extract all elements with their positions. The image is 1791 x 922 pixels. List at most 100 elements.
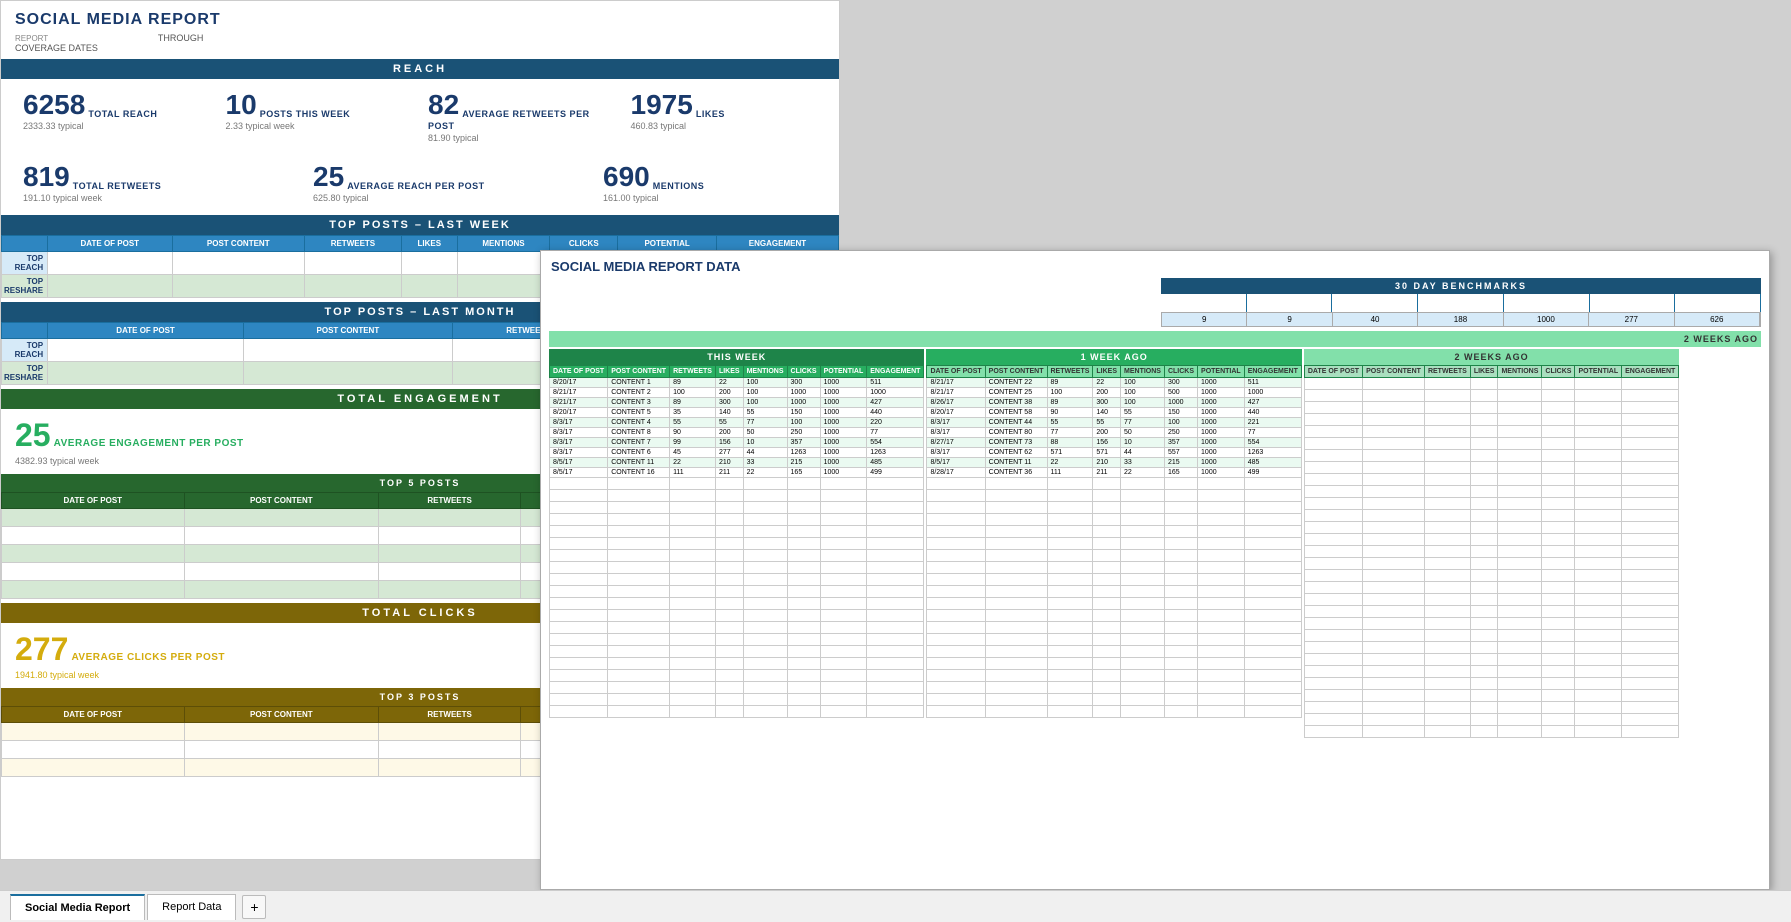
top3-th-content: POST CONTENT: [184, 707, 378, 723]
bench-col-6: ENGAGEMENT PER POST: [1675, 294, 1761, 312]
w3-th-clicks: CLICKS: [1542, 366, 1575, 378]
through-label: THROUGH: [158, 33, 204, 43]
table-row: [927, 526, 1301, 538]
top-posts-week-th-mentions: MENTIONS: [457, 236, 549, 252]
w1-th-likes: LIKES: [715, 366, 743, 378]
w1-th-retweets: RETWEETS: [670, 366, 716, 378]
app-container: SOCIAL MEDIA REPORT REPORT COVERAGE DATE…: [0, 0, 1791, 922]
w1-th-date: DATE OF POST: [550, 366, 608, 378]
bench-val-4: 1000: [1504, 313, 1589, 326]
table-row: 8/21/17CONTENT 2289221003001000511: [927, 378, 1301, 388]
w2-th-date: DATE OF POST: [927, 366, 985, 378]
table-row: [1304, 558, 1678, 570]
benchmarks-container: 30 DAY BENCHMARKS POSTS PER DAY RETWEETS…: [549, 278, 1761, 327]
table-row: 8/20/17CONTENT 535140551501000440: [550, 408, 924, 418]
top-reach-label-month: TOP REACH: [2, 339, 48, 362]
w2-th-engagement: ENGAGEMENT: [1244, 366, 1301, 378]
table-row: [1304, 498, 1678, 510]
table-row: 8/28/17CONTENT 36111211221651000499: [927, 468, 1301, 478]
w2-th-potential: POTENTIAL: [1198, 366, 1245, 378]
table-row: [550, 478, 924, 490]
w1-th-clicks: CLICKS: [787, 366, 820, 378]
stat-likes: 1975 LIKES 460.83 typical: [623, 87, 826, 147]
week2-header: 1 WEEK AGO: [926, 349, 1301, 365]
table-row: 8/3/17CONTENT 64527744126310001263: [550, 448, 924, 458]
top-reshare-label-month: TOP RESHARE: [2, 362, 48, 385]
table-row: [927, 694, 1301, 706]
w3-th-content: POST CONTENT: [1363, 366, 1425, 378]
table-row: 8/3/17CONTENT 625715714455710001263: [927, 448, 1301, 458]
table-row: [1304, 678, 1678, 690]
top-posts-week-th-retweets: RETWEETS: [305, 236, 402, 252]
table-row: [1304, 414, 1678, 426]
table-row: [927, 682, 1301, 694]
table-row: [927, 634, 1301, 646]
table-row: [1304, 378, 1678, 390]
table-row: [927, 670, 1301, 682]
table-row: [1304, 546, 1678, 558]
table-row: [927, 478, 1301, 490]
bench-val-2: 40: [1333, 313, 1418, 326]
w3-th-retweets: RETWEETS: [1424, 366, 1470, 378]
table-row: [927, 622, 1301, 634]
table-row: [927, 610, 1301, 622]
bench-col-1: RETWEETS PER POST: [1247, 294, 1333, 312]
w3-th-date: DATE OF POST: [1304, 366, 1362, 378]
table-row: 8/5/17CONTENT 1122210332151000485: [927, 458, 1301, 468]
table-row: [550, 490, 924, 502]
table-row: [550, 682, 924, 694]
tab-report-data[interactable]: Report Data: [147, 894, 236, 920]
table-row: [1304, 450, 1678, 462]
week1-section: THIS WEEK DATE OF POST POST CONTENT RETW…: [549, 349, 924, 738]
table-row: [550, 526, 924, 538]
stat-total-reach: 6258 TOTAL REACH 2333.33 typical: [15, 87, 218, 147]
bench-col-2: MENTIONS PER POST: [1332, 294, 1418, 312]
week2-table: DATE OF POST POST CONTENT RETWEETS LIKES…: [926, 365, 1301, 718]
page-title: SOCIAL MEDIA REPORT: [1, 1, 839, 31]
w2-th-clicks: CLICKS: [1164, 366, 1197, 378]
table-row: 8/3/17CONTENT 807720050250100077: [927, 428, 1301, 438]
data-weeks-container: THIS WEEK DATE OF POST POST CONTENT RETW…: [549, 349, 1761, 738]
tab-social-media-report[interactable]: Social Media Report: [10, 894, 145, 920]
table-row: [1304, 486, 1678, 498]
table-row: [1304, 726, 1678, 738]
table-row: [1304, 714, 1678, 726]
w1-th-mentions: MENTIONS: [743, 366, 787, 378]
table-row: 8/21/17CONTENT 38930010010001000427: [550, 398, 924, 408]
week3-section: 2 WEEKS AGO DATE OF POST POST CONTENT RE…: [1304, 349, 1679, 738]
top-posts-month-th-content: POST CONTENT: [244, 323, 453, 339]
w2-th-content: POST CONTENT: [985, 366, 1047, 378]
table-row: 8/21/17CONTENT 2100200100100010001000: [550, 388, 924, 398]
bench-val-6: 626: [1675, 313, 1760, 326]
w1-th-content: POST CONTENT: [608, 366, 670, 378]
w3-th-mentions: MENTIONS: [1498, 366, 1542, 378]
week1-table: DATE OF POST POST CONTENT RETWEETS LIKES…: [549, 365, 924, 718]
table-row: [927, 658, 1301, 670]
stat-avg-retweets: 82 AVERAGE RETWEETS PER POST 81.90 typic…: [420, 87, 623, 147]
bench-col-0: POSTS PER DAY: [1161, 294, 1247, 312]
table-row: [927, 598, 1301, 610]
top3-th-date: DATE OF POST: [2, 707, 185, 723]
w1-th-engagement: ENGAGEMENT: [867, 366, 924, 378]
w1-th-potential: POTENTIAL: [820, 366, 867, 378]
stat-posts-week: 10 POSTS THIS WEEK 2.33 typical week: [218, 87, 421, 147]
week1-header: THIS WEEK: [549, 349, 924, 365]
w3-th-engagement: ENGAGEMENT: [1622, 366, 1679, 378]
table-row: [927, 538, 1301, 550]
table-row: [550, 598, 924, 610]
bench-col-4: CLICKS PER POST: [1504, 294, 1590, 312]
table-row: [1304, 522, 1678, 534]
top-posts-week-th-content: POST CONTENT: [172, 236, 305, 252]
benchmarks-header: 30 DAY BENCHMARKS: [1161, 278, 1761, 294]
top5-th-content: POST CONTENT: [184, 493, 378, 509]
bench-val-3: 188: [1418, 313, 1503, 326]
table-row: [1304, 582, 1678, 594]
table-row: [1304, 510, 1678, 522]
top-posts-month-th-date: DATE OF POST: [48, 323, 244, 339]
table-row: [550, 670, 924, 682]
table-row: [1304, 702, 1678, 714]
add-tab-button[interactable]: +: [242, 895, 266, 919]
table-row: [1304, 666, 1678, 678]
table-row: 8/20/17CONTENT 189221003001000511: [550, 378, 924, 388]
table-row: [927, 514, 1301, 526]
